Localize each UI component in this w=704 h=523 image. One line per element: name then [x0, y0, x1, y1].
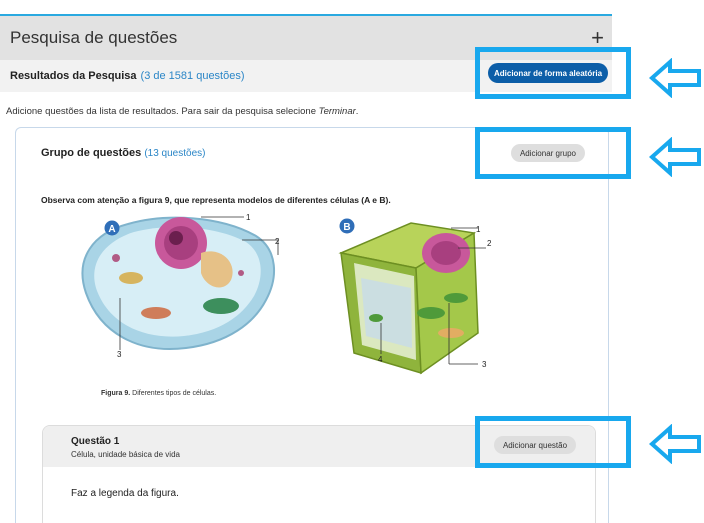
results-title: Resultados da Pesquisa — [10, 70, 137, 82]
instructions-end: . — [355, 106, 359, 117]
plus-icon[interactable]: + — [591, 27, 604, 49]
highlight-box-group — [475, 127, 631, 179]
callout-b-4: 4 — [378, 355, 383, 364]
figure-caption-label: Figura 9. — [101, 390, 131, 397]
arrow-left-icon — [648, 58, 701, 98]
panel-title: Pesquisa de questões — [10, 28, 178, 47]
callout-b-1: 1 — [476, 225, 481, 234]
question-body: Faz a legenda da figura. — [71, 488, 179, 499]
instructions-text: Adicione questões da lista de resultados… — [6, 106, 358, 117]
callout-a-2: 2 — [275, 237, 280, 246]
callout-b-2: 2 — [487, 239, 492, 248]
arrow-left-icon — [648, 424, 701, 464]
plant-cell-illustration: B 1 2 3 4 — [338, 218, 492, 375]
figure-label-a: A — [108, 224, 115, 235]
callout-b-3: 3 — [482, 360, 487, 369]
results-count: (3 de 1581 questões) — [140, 70, 245, 82]
terminate-link: Terminar — [318, 106, 356, 117]
figure-caption-text: Diferentes tipos de células. — [130, 390, 217, 397]
figure-caption: Figura 9. Diferentes tipos de células. — [101, 390, 216, 397]
highlight-box-random — [475, 47, 631, 99]
figure-label-b: B — [343, 222, 350, 233]
callout-a-3: 3 — [117, 350, 122, 359]
question-number: Questão 1 — [71, 436, 120, 447]
arrow-left-icon — [648, 137, 701, 177]
callout-a-1: 1 — [246, 213, 251, 222]
highlight-box-question — [475, 416, 631, 468]
instructions-main: Adicione questões da lista de resultados… — [6, 106, 319, 117]
animal-cell-illustration: A 1 2 3 — [81, 213, 280, 359]
question-topic: Célula, unidade básica de vida — [71, 450, 180, 459]
